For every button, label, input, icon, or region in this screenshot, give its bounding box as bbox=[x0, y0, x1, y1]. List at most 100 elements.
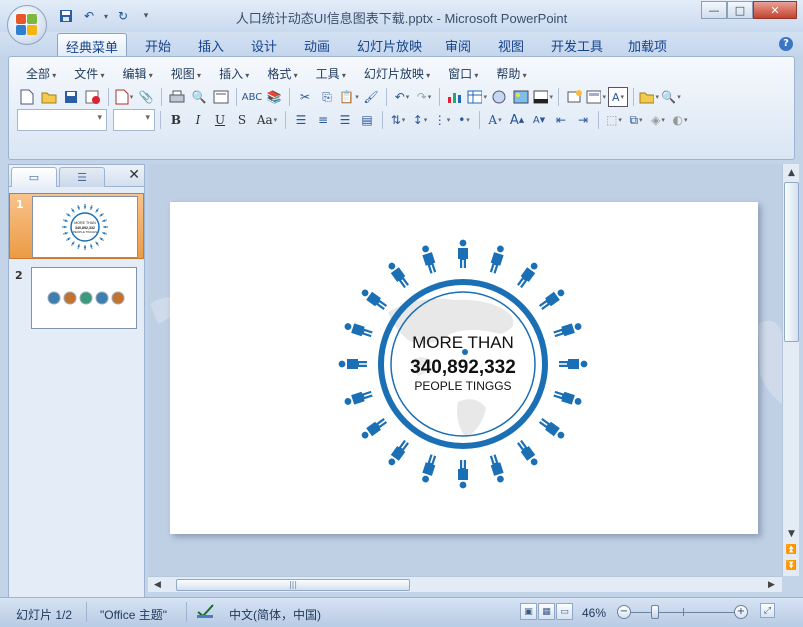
scroll-left-icon[interactable]: ◀ bbox=[150, 577, 165, 592]
menu-edit[interactable]: 编辑 bbox=[114, 63, 162, 84]
horizontal-scrollbar[interactable]: ◀ ||| ▶ bbox=[148, 576, 782, 592]
theme-name[interactable]: "Office 主题" bbox=[100, 606, 167, 623]
increase-indent-icon[interactable]: ⇥ bbox=[573, 110, 593, 130]
insert-smartart-icon[interactable] bbox=[489, 87, 509, 107]
paste-icon[interactable]: 📋 bbox=[339, 87, 359, 107]
shape-effects-icon[interactable]: ◐ bbox=[670, 110, 690, 130]
slide-editing-area[interactable]: MORE THAN 340,892,332 PEOPLE TINGGS bbox=[148, 164, 782, 576]
italic-button[interactable]: I bbox=[188, 110, 208, 130]
align-right-icon[interactable]: ☰ bbox=[335, 110, 355, 130]
tab-slides[interactable]: ▭ bbox=[11, 167, 57, 187]
menu-slide-show[interactable]: 幻灯片放映 bbox=[355, 63, 439, 84]
tab-home[interactable]: 开始 bbox=[137, 35, 179, 56]
menu-format[interactable]: 格式 bbox=[258, 63, 306, 84]
fit-to-window-icon[interactable]: ⤢ bbox=[760, 603, 775, 618]
menu-window[interactable]: 窗口 bbox=[439, 63, 487, 84]
tab-classic-menu[interactable]: 经典菜单 bbox=[57, 33, 128, 56]
scroll-down-icon[interactable]: ▼ bbox=[784, 526, 799, 541]
tab-outline[interactable]: ☰ bbox=[59, 167, 105, 187]
text-box-icon[interactable]: A bbox=[608, 87, 628, 107]
save-icon[interactable] bbox=[61, 87, 81, 107]
copy-icon[interactable]: ⎘ bbox=[317, 87, 337, 107]
underline-button[interactable]: U bbox=[210, 110, 230, 130]
shadow-button[interactable]: S bbox=[232, 110, 252, 130]
vertical-scroll-thumb[interactable] bbox=[784, 182, 799, 342]
slide-thumbnail-2[interactable]: 2 bbox=[9, 265, 144, 331]
tab-animations[interactable]: 动画 bbox=[296, 35, 338, 56]
tab-developer[interactable]: 开发工具 bbox=[543, 35, 611, 56]
new-slide-icon[interactable] bbox=[564, 87, 584, 107]
permission-icon[interactable] bbox=[83, 87, 103, 107]
font-name-combo[interactable] bbox=[17, 109, 107, 131]
layout-dropdown-icon[interactable] bbox=[586, 87, 606, 107]
slide-sorter-view-icon[interactable]: ▦ bbox=[538, 603, 555, 620]
arrange-icon[interactable]: ⧉ bbox=[626, 110, 646, 130]
vertical-scrollbar[interactable]: ▲ ▼ ⏫ ⏬ bbox=[782, 164, 799, 576]
zoom-slider-thumb[interactable] bbox=[651, 605, 659, 619]
bullets-icon[interactable]: • bbox=[454, 110, 474, 130]
menu-all[interactable]: 全部 bbox=[17, 63, 65, 84]
shapes-icon[interactable]: ⬚ bbox=[604, 110, 624, 130]
undo-icon[interactable]: ↶ bbox=[392, 87, 412, 107]
insert-table-icon[interactable] bbox=[467, 87, 487, 107]
scroll-up-icon[interactable]: ▲ bbox=[784, 165, 799, 180]
shrink-font-icon[interactable]: A ▼ bbox=[529, 110, 549, 130]
print-icon[interactable] bbox=[167, 87, 187, 107]
font-color-icon[interactable]: A bbox=[485, 110, 505, 130]
slide-layout-icon[interactable] bbox=[211, 87, 231, 107]
slide-show-view-icon[interactable]: ▭ bbox=[556, 603, 573, 620]
open-folder-icon[interactable] bbox=[39, 87, 59, 107]
tab-insert[interactable]: 插入 bbox=[190, 35, 232, 56]
zoom-in-icon[interactable]: + bbox=[734, 605, 748, 619]
research-icon[interactable]: 📚 bbox=[264, 87, 284, 107]
zoom-level[interactable]: 46% bbox=[582, 606, 606, 620]
normal-view-icon[interactable]: ▣ bbox=[520, 603, 537, 620]
menu-tools[interactable]: 工具 bbox=[307, 63, 355, 84]
scroll-right-icon[interactable]: ▶ bbox=[764, 577, 779, 592]
line-spacing-icon[interactable]: ↕ bbox=[410, 110, 430, 130]
slide-thumbnail-1[interactable]: 1 MORE THAN 340,892,332 PEOPLE TINGGS bbox=[9, 193, 144, 259]
tab-view[interactable]: 视图 bbox=[490, 35, 532, 56]
tab-add-ins[interactable]: 加载项 bbox=[620, 35, 675, 56]
align-center-icon[interactable]: ≡ bbox=[313, 110, 333, 130]
justify-icon[interactable]: ▤ bbox=[357, 110, 377, 130]
minimize-button[interactable]: — bbox=[701, 1, 727, 19]
align-left-icon[interactable]: ☰ bbox=[291, 110, 311, 130]
zoom-slider-track[interactable] bbox=[631, 612, 737, 613]
font-size-combo[interactable] bbox=[113, 109, 155, 131]
insert-chart-icon[interactable] bbox=[445, 87, 465, 107]
office-button[interactable] bbox=[7, 5, 47, 45]
horizontal-scroll-thumb[interactable]: ||| bbox=[176, 579, 410, 591]
help-icon[interactable]: ? bbox=[779, 37, 793, 51]
slide-canvas[interactable]: MORE THAN 340,892,332 PEOPLE TINGGS bbox=[170, 202, 758, 534]
menu-insert[interactable]: 插入 bbox=[210, 63, 258, 84]
spelling-icon[interactable]: ABC bbox=[242, 87, 263, 107]
redo-icon[interactable]: ↷ bbox=[414, 87, 434, 107]
grow-font-icon[interactable]: A ▲ bbox=[507, 110, 527, 130]
maximize-button[interactable]: □ bbox=[727, 1, 753, 19]
tab-review[interactable]: 审阅 bbox=[437, 35, 479, 56]
text-direction-icon[interactable]: ⇅ bbox=[388, 110, 408, 130]
close-button[interactable]: ✕ bbox=[753, 1, 797, 19]
publish-pdf-icon[interactable] bbox=[114, 87, 134, 107]
tab-design[interactable]: 设计 bbox=[243, 35, 285, 56]
previous-slide-icon[interactable]: ⏫ bbox=[784, 542, 799, 557]
print-preview-icon[interactable]: 🔍 bbox=[189, 87, 209, 107]
bold-button[interactable]: B bbox=[166, 110, 186, 130]
zoom-out-icon[interactable]: − bbox=[617, 605, 631, 619]
next-slide-icon[interactable]: ⏬ bbox=[784, 558, 799, 573]
format-painter-icon[interactable]: 🖌 bbox=[361, 87, 381, 107]
folder-icon[interactable] bbox=[639, 87, 659, 107]
cut-icon[interactable]: ✂ bbox=[295, 87, 315, 107]
menu-file[interactable]: 文件 bbox=[65, 63, 113, 84]
menu-view[interactable]: 视图 bbox=[162, 63, 210, 84]
tab-slide-show[interactable]: 幻灯片放映 bbox=[349, 35, 430, 56]
shape-fill-icon[interactable]: ◈ bbox=[648, 110, 668, 130]
decrease-indent-icon[interactable]: ⇤ bbox=[551, 110, 571, 130]
new-document-icon[interactable] bbox=[17, 87, 37, 107]
zoom-icon[interactable]: 🔍 bbox=[661, 87, 681, 107]
insert-picture-icon[interactable] bbox=[511, 87, 531, 107]
language-indicator[interactable]: 中文(简体，中国) bbox=[229, 606, 321, 623]
menu-help[interactable]: 帮助 bbox=[487, 63, 535, 84]
attach-icon[interactable]: 📎 bbox=[136, 87, 156, 107]
